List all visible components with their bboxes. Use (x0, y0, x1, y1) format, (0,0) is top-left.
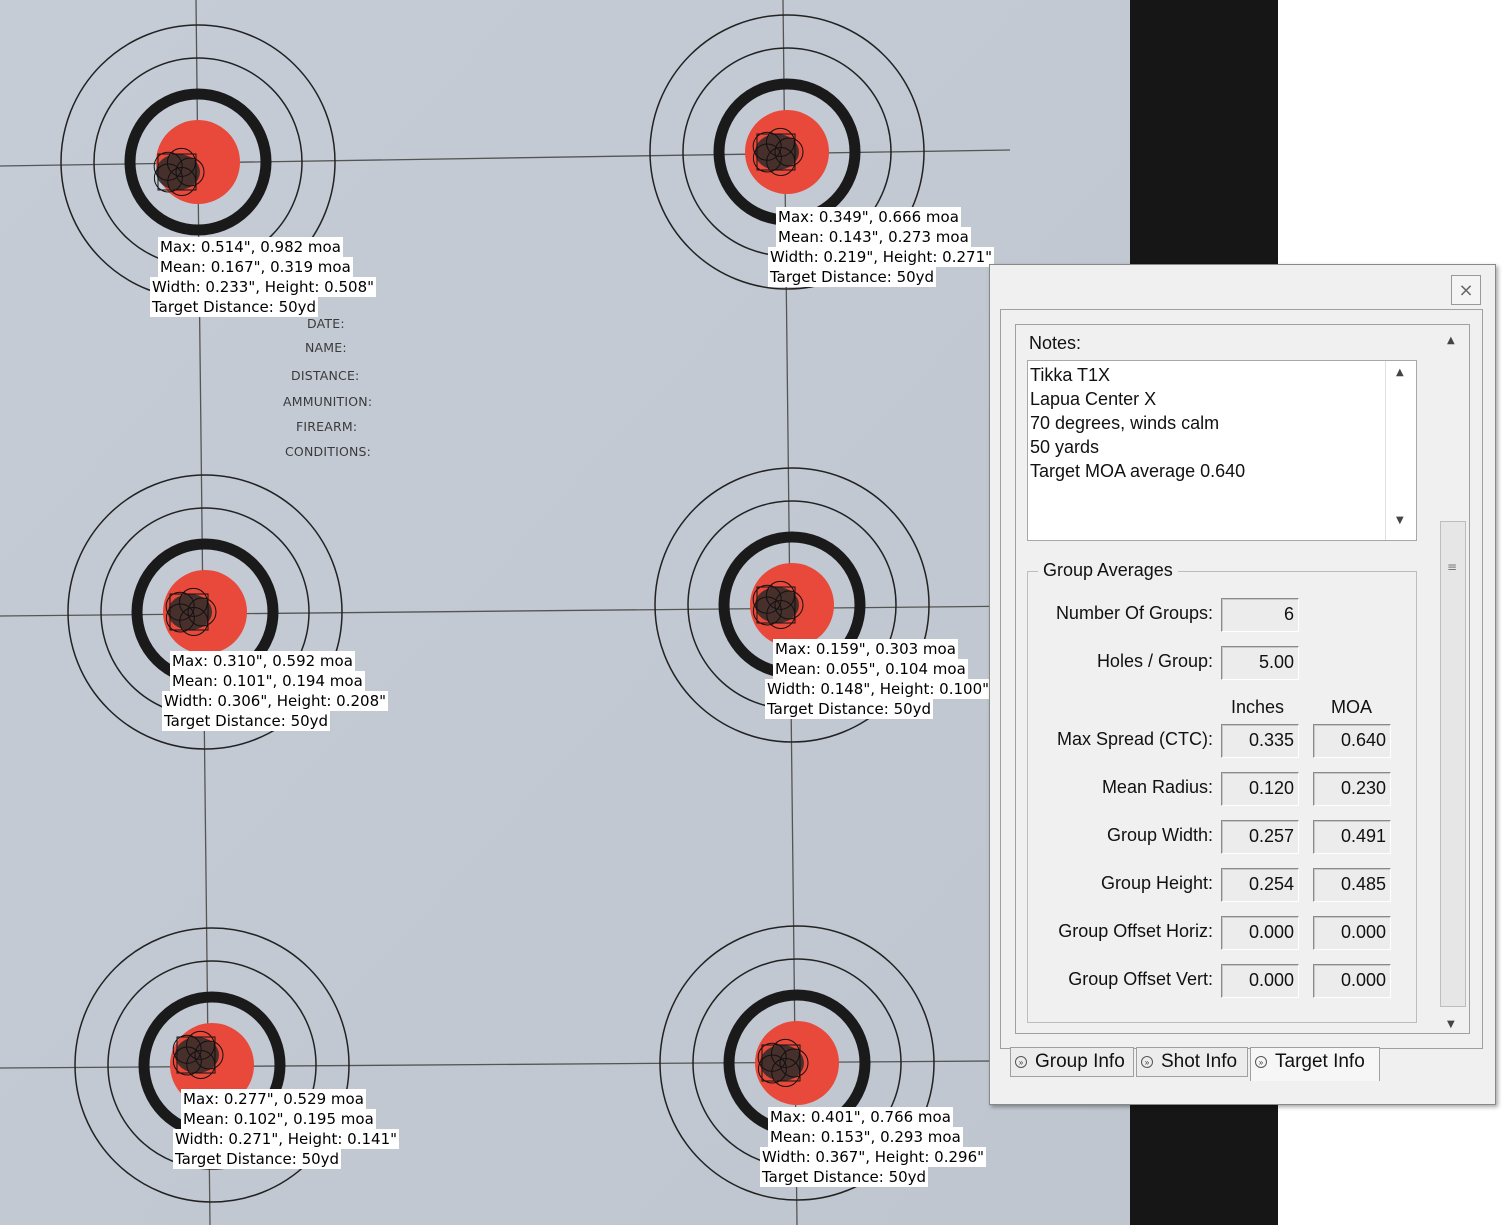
tab-page: Notes: Tikka T1X Lapua Center X 70 degre… (1000, 309, 1483, 1049)
notes-text: Tikka T1X Lapua Center X 70 degrees, win… (1030, 365, 1246, 481)
stat-moa-field[interactable]: 0.000 (1313, 964, 1391, 998)
group-stats-3: Max: 0.310", 0.592 moa Mean: 0.101", 0.1… (162, 651, 389, 731)
bullet-holes (755, 587, 799, 623)
stat-row-label: Group Offset Vert: (1068, 969, 1213, 989)
group-max: Max: 0.514", 0.982 moa (158, 237, 343, 257)
group-max: Max: 0.401", 0.766 moa (768, 1107, 953, 1127)
group-max: Max: 0.310", 0.592 moa (170, 651, 355, 671)
stat-inches-field[interactable]: 0.254 (1221, 868, 1299, 902)
stat-row-label: Max Spread (CTC): (1056, 729, 1213, 749)
tab-group-info[interactable]: » Group Info (1010, 1047, 1134, 1077)
form-name-label: NAME: (305, 340, 347, 355)
grip-icon: ≡ (1447, 560, 1458, 574)
group-distance: Target Distance: 50yd (162, 711, 331, 731)
group-stats-4: Max: 0.159", 0.303 moa Mean: 0.055", 0.1… (765, 639, 992, 719)
group-mean: Mean: 0.143", 0.273 moa (776, 227, 971, 247)
form-distance-label: DISTANCE: (291, 368, 360, 383)
stat-row-label: Group Height: (1100, 873, 1213, 893)
notes-scrollbar[interactable]: ▲ ▼ (1385, 361, 1416, 540)
bullet-holes (760, 1045, 804, 1081)
stat-moa-field[interactable]: 0.230 (1313, 772, 1391, 806)
tab-arrow-icon: » (1141, 1056, 1153, 1068)
group-mean: Mean: 0.055", 0.104 moa (773, 659, 968, 679)
scroll-up-icon[interactable]: ▲ (1447, 335, 1455, 346)
group-stats-6: Max: 0.401", 0.766 moa Mean: 0.153", 0.2… (760, 1107, 987, 1187)
form-ammunition-label: AMMUNITION: (283, 394, 373, 409)
notes-textarea[interactable]: Tikka T1X Lapua Center X 70 degrees, win… (1027, 360, 1417, 541)
close-icon: ⨯ (1458, 279, 1474, 301)
stat-moa-field[interactable]: 0.640 (1313, 724, 1391, 758)
stat-inches-field[interactable]: 0.000 (1221, 916, 1299, 950)
stat-inches-field[interactable]: 0.335 (1221, 724, 1299, 758)
form-conditions-label: CONDITIONS: (285, 444, 372, 459)
scroll-down-icon[interactable]: ▼ (1396, 515, 1404, 526)
scroll-down-icon[interactable]: ▼ (1447, 1019, 1455, 1030)
group-stats-5: Max: 0.277", 0.529 moa Mean: 0.102", 0.1… (173, 1089, 400, 1169)
group-size: Width: 0.148", Height: 0.100" (765, 679, 992, 699)
group-size: Width: 0.367", Height: 0.296" (760, 1147, 987, 1167)
tab-label: Shot Info (1161, 1051, 1238, 1072)
tab-arrow-icon: » (1015, 1056, 1027, 1068)
group-distance: Target Distance: 50yd (150, 297, 319, 317)
group-distance: Target Distance: 50yd (768, 267, 937, 287)
inches-column-header: Inches (1231, 697, 1285, 717)
group-stats-1: Max: 0.514", 0.982 moa Mean: 0.167", 0.3… (150, 237, 377, 317)
form-date-label: DATE: (307, 316, 345, 331)
group-averages-label: Group Averages (1038, 560, 1178, 581)
tab-target-info[interactable]: » Target Info (1250, 1047, 1380, 1081)
group-distance: Target Distance: 50yd (765, 699, 934, 719)
number-of-groups-label: Number Of Groups: (1055, 603, 1213, 623)
bullet-holes (168, 594, 212, 630)
scroll-up-icon[interactable]: ▲ (1396, 367, 1404, 378)
number-of-groups-field[interactable]: 6 (1221, 598, 1299, 632)
scrollbar-thumb[interactable] (1440, 521, 1466, 1007)
stat-row-label: Group Width: (1106, 825, 1213, 845)
stat-inches-field[interactable]: 0.257 (1221, 820, 1299, 854)
tab-arrow-icon: » (1255, 1056, 1267, 1068)
stat-inches-field[interactable]: 0.000 (1221, 964, 1299, 998)
tab-label: Group Info (1035, 1051, 1125, 1072)
group-size: Width: 0.233", Height: 0.508" (150, 277, 377, 297)
tab-label: Target Info (1275, 1051, 1365, 1072)
moa-column-header: MOA (1331, 697, 1373, 717)
group-distance: Target Distance: 50yd (760, 1167, 929, 1187)
stat-row-label: Group Offset Horiz: (1058, 921, 1213, 941)
group-averages-box: Group Averages Number Of Groups: 6 Holes… (1027, 560, 1417, 1023)
group-mean: Mean: 0.153", 0.293 moa (768, 1127, 963, 1147)
tab-shot-info[interactable]: » Shot Info (1136, 1047, 1248, 1077)
notes-label: Notes: (1029, 333, 1082, 353)
bullet-holes (156, 154, 200, 190)
stat-moa-field[interactable]: 0.491 (1313, 820, 1391, 854)
group-stats-2: Max: 0.349", 0.666 moa Mean: 0.143", 0.2… (768, 207, 995, 287)
bullet-holes (175, 1037, 219, 1073)
group-size: Width: 0.219", Height: 0.271" (768, 247, 995, 267)
panel-scrollbar[interactable]: ▲ ≡ ▼ (1437, 325, 1469, 1033)
group-max: Max: 0.277", 0.529 moa (181, 1089, 366, 1109)
holes-per-group-label: Holes / Group: (1096, 651, 1213, 671)
stat-row-label: Mean Radius: (1101, 777, 1213, 797)
holes-per-group-field[interactable]: 5.00 (1221, 646, 1299, 680)
group-mean: Mean: 0.101", 0.194 moa (170, 671, 365, 691)
group-distance: Target Distance: 50yd (173, 1149, 342, 1169)
bullet-holes (755, 134, 799, 170)
group-size: Width: 0.306", Height: 0.208" (162, 691, 389, 711)
group-max: Max: 0.159", 0.303 moa (773, 639, 958, 659)
form-firearm-label: FIREARM: (296, 419, 358, 434)
group-size: Width: 0.271", Height: 0.141" (173, 1129, 400, 1149)
group-mean: Mean: 0.167", 0.319 moa (158, 257, 353, 277)
scroll-area: Notes: Tikka T1X Lapua Center X 70 degre… (1015, 324, 1470, 1034)
stat-moa-field[interactable]: 0.485 (1313, 868, 1391, 902)
stat-inches-field[interactable]: 0.120 (1221, 772, 1299, 806)
stat-moa-field[interactable]: 0.000 (1313, 916, 1391, 950)
close-button[interactable]: ⨯ (1451, 275, 1481, 305)
target-info-panel: ⨯ Notes: Tikka T1X Lapua Center X 70 deg… (989, 264, 1496, 1105)
group-max: Max: 0.349", 0.666 moa (776, 207, 961, 227)
group-mean: Mean: 0.102", 0.195 moa (181, 1109, 376, 1129)
